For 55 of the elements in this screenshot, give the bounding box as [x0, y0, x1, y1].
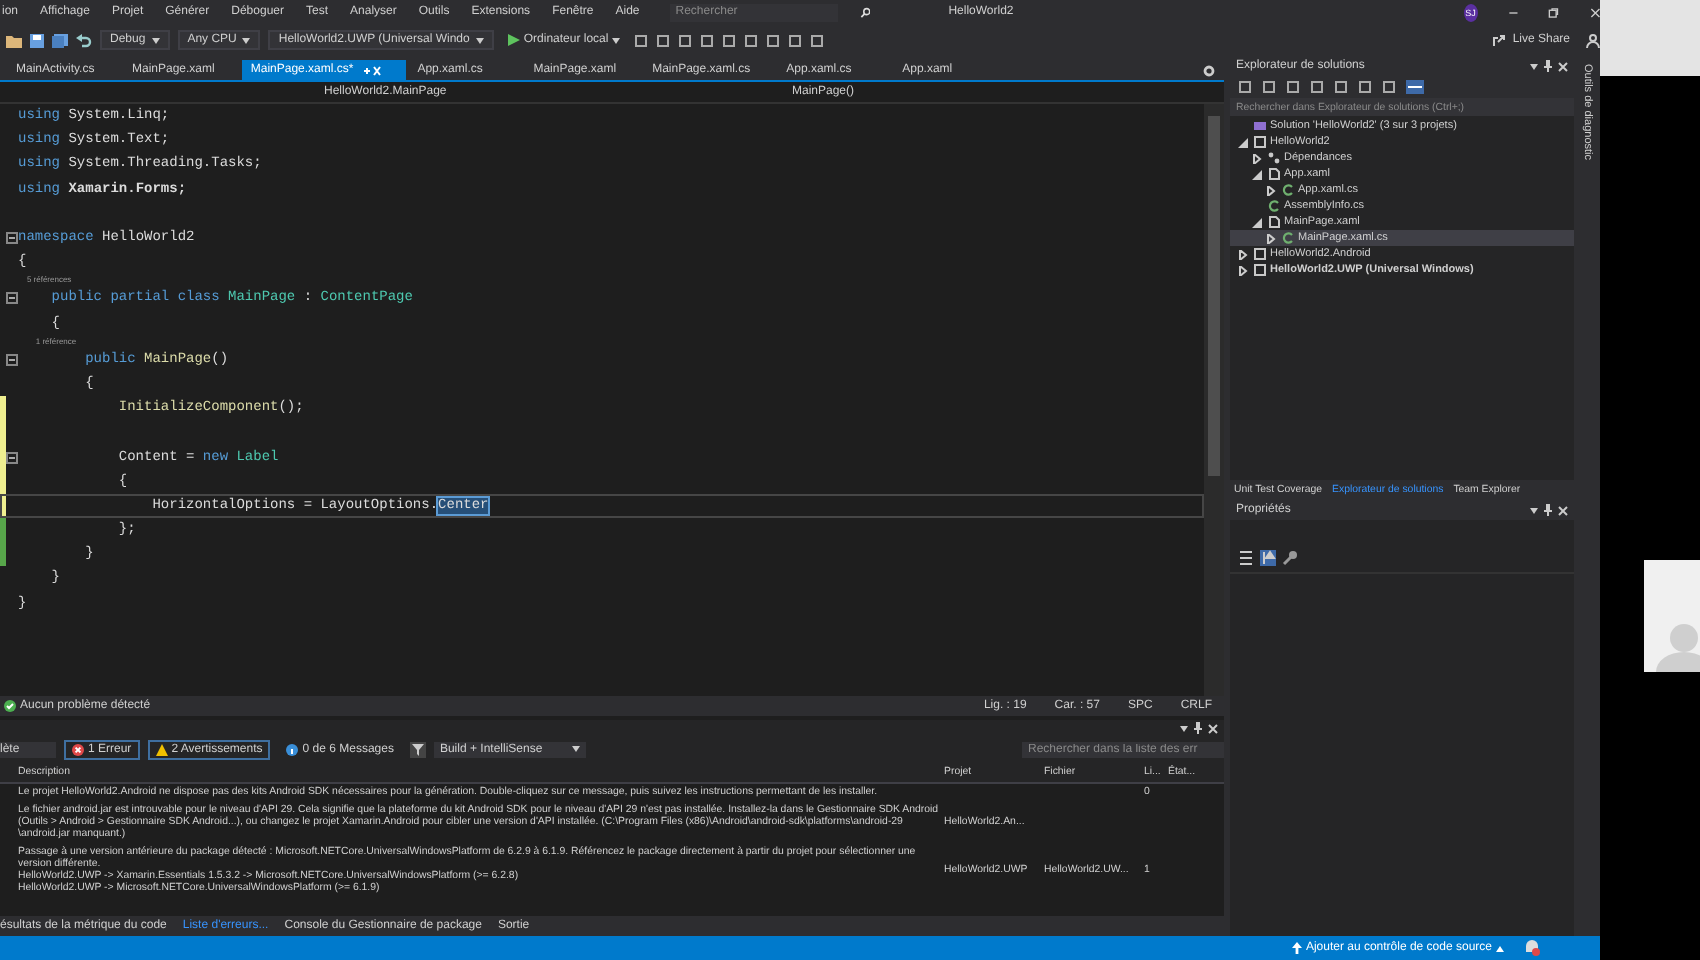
caret-icon — [612, 37, 621, 43]
up-arrow-icon — [1291, 942, 1302, 954]
save-icon[interactable] — [30, 33, 44, 47]
caret-icon — [1496, 945, 1504, 951]
pin-icon[interactable] — [1544, 504, 1552, 516]
wrench-icon[interactable] — [1282, 550, 1298, 566]
close-icon[interactable] — [1208, 723, 1218, 733]
collapse-icon[interactable] — [6, 451, 18, 464]
collapsed-arrow-icon[interactable] — [1266, 233, 1276, 243]
close-icon[interactable] — [1558, 505, 1568, 515]
caret-icon — [475, 37, 484, 43]
caret-icon — [242, 37, 251, 43]
check-icon — [4, 700, 16, 712]
search-icon — [859, 5, 871, 19]
caret-icon — [571, 746, 580, 752]
expanded-arrow-icon[interactable] — [1252, 169, 1262, 179]
pin-icon[interactable] — [1194, 722, 1202, 734]
caret-icon[interactable] — [1530, 63, 1538, 69]
caret-icon[interactable] — [1530, 507, 1538, 513]
video-placeholder — [1600, 0, 1700, 76]
person-icon[interactable] — [1586, 33, 1600, 47]
share-icon — [1492, 33, 1507, 47]
open-folder-icon[interactable] — [6, 33, 22, 47]
scrollbar[interactable] — [1204, 104, 1224, 696]
file-icon — [1268, 216, 1280, 228]
collapsed-arrow-icon[interactable] — [1252, 153, 1262, 163]
dependencies-icon — [1268, 152, 1280, 164]
pin-close-icon[interactable] — [361, 65, 382, 75]
save-all-icon[interactable] — [52, 33, 68, 47]
file-icon — [1268, 168, 1280, 180]
play-icon — [507, 34, 520, 46]
person-silhouette-placeholder — [1644, 560, 1700, 672]
collapse-icon[interactable] — [6, 292, 18, 305]
undo-icon[interactable] — [76, 33, 92, 47]
expanded-arrow-icon[interactable] — [1238, 137, 1248, 147]
sort-icon[interactable] — [1260, 550, 1276, 566]
categorized-icon[interactable] — [1238, 550, 1254, 566]
close-icon[interactable] — [1589, 5, 1600, 19]
restore-icon[interactable] — [1548, 5, 1560, 19]
collapsed-arrow-icon[interactable] — [1266, 185, 1276, 195]
caret-icon — [151, 37, 160, 43]
collapse-icon[interactable] — [6, 353, 18, 366]
warning-icon — [155, 743, 168, 755]
expanded-arrow-icon[interactable] — [1252, 217, 1262, 227]
caret-icon[interactable] — [1180, 725, 1188, 731]
close-icon[interactable] — [1558, 61, 1568, 71]
error-icon — [72, 743, 84, 755]
pin-icon[interactable] — [1544, 60, 1552, 72]
solution-icon — [1254, 120, 1266, 132]
filter-icon[interactable] — [409, 741, 426, 757]
code-file-icon — [1282, 232, 1294, 244]
info-icon — [286, 743, 299, 755]
project-icon — [1254, 136, 1266, 148]
notification-icon[interactable] — [1524, 940, 1540, 956]
collapse-icon[interactable] — [6, 232, 18, 245]
